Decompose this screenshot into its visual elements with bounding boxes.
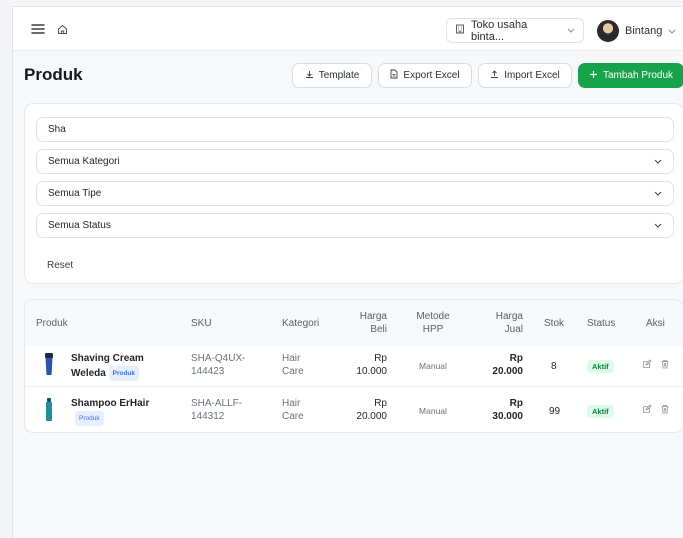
stock: 99 — [549, 406, 561, 417]
file-icon — [390, 69, 398, 82]
product-name[interactable]: Shaving Cream — [71, 352, 144, 365]
product-body — [45, 358, 53, 375]
avatar — [597, 20, 619, 42]
store-selector[interactable]: Toko usaha binta... — [446, 18, 584, 43]
export-excel-button[interactable]: Export Excel — [378, 63, 472, 88]
page-title: Produk — [24, 65, 83, 84]
filter-panel: Semua Kategori Semua Tipe Semua Status R… — [24, 103, 683, 284]
category-select[interactable]: Semua Kategori — [36, 149, 674, 174]
edit-icon[interactable] — [642, 359, 652, 371]
table-header: Produk SKU Kategori Harga Beli Metode HP… — [25, 300, 683, 346]
trash-icon[interactable] — [660, 404, 670, 416]
column-header-status[interactable]: Status — [587, 317, 615, 330]
chevron-down-icon — [654, 156, 662, 167]
product-table: Produk SKU Kategori Harga Beli Metode HP… — [24, 299, 683, 433]
app-frame: Toko usaha binta... Bintang Produk Templ… — [12, 6, 683, 538]
upload-icon — [490, 69, 499, 82]
import-excel-button[interactable]: Import Excel — [478, 63, 572, 88]
chevron-down-icon — [654, 220, 662, 231]
type-badge: Produk — [108, 366, 140, 381]
category: Hair Care — [282, 398, 304, 422]
user-name: Bintang — [625, 25, 663, 37]
chevron-down-icon — [654, 188, 662, 199]
stock: 8 — [551, 361, 557, 372]
menu-icon[interactable] — [30, 22, 46, 36]
user-menu[interactable]: Bintang — [597, 19, 676, 43]
sku: SHA-Q4UX- 144423 — [191, 353, 246, 377]
column-header-sku[interactable]: SKU — [191, 317, 212, 330]
home-icon[interactable] — [56, 23, 68, 35]
chevron-down-icon — [668, 25, 676, 37]
status-badge: Aktif — [587, 360, 614, 373]
column-header-actions: Aksi — [646, 318, 665, 329]
column-header-sell-price[interactable]: Harga Jual — [483, 310, 523, 336]
buy-price: Rp 10.000 — [356, 353, 387, 377]
hpp-method: Manual — [419, 361, 447, 371]
hpp-method: Manual — [419, 406, 447, 416]
product-image — [45, 353, 53, 375]
type-select[interactable]: Semua Tipe — [36, 181, 674, 206]
top-bar: Toko usaha binta... Bintang — [13, 7, 683, 51]
reset-button[interactable]: Reset — [47, 260, 73, 271]
status-select[interactable]: Semua Status — [36, 213, 674, 238]
download-icon — [305, 70, 314, 82]
product-body — [46, 402, 52, 421]
product-name-line2: Weleda Produk — [71, 366, 140, 381]
column-header-hpp-method[interactable]: Metode HPP — [413, 310, 453, 336]
row-divider — [25, 386, 683, 387]
template-button[interactable]: Template — [292, 63, 372, 88]
store-name: Toko usaha binta... — [471, 18, 528, 43]
edit-icon[interactable] — [642, 404, 652, 416]
column-header-category[interactable]: Kategori — [282, 317, 319, 330]
product-image — [46, 398, 52, 421]
store-icon — [455, 24, 465, 37]
sku: SHA-ALLF- 144312 — [191, 398, 243, 422]
search-input[interactable] — [36, 117, 674, 142]
plus-icon — [589, 70, 598, 82]
product-name-line2: Produk — [75, 411, 104, 426]
search-field[interactable] — [48, 124, 662, 135]
sell-price: Rp 20.000 — [492, 353, 523, 377]
chevron-down-icon — [567, 25, 575, 36]
type-badge: Produk — [75, 411, 104, 426]
product-name[interactable]: Shampoo ErHair — [71, 397, 149, 410]
trash-icon[interactable] — [660, 359, 670, 371]
buy-price: Rp 20.000 — [356, 398, 387, 422]
column-header-buy-price[interactable]: Harga Beli — [347, 310, 387, 336]
add-product-button[interactable]: Tambah Produk — [578, 63, 683, 88]
status-badge: Aktif — [587, 405, 614, 418]
column-header-stock[interactable]: Stok — [544, 317, 564, 330]
column-header-product[interactable]: Produk — [36, 317, 68, 330]
category: Hair Care — [282, 353, 304, 377]
sell-price: Rp 30.000 — [492, 398, 523, 422]
